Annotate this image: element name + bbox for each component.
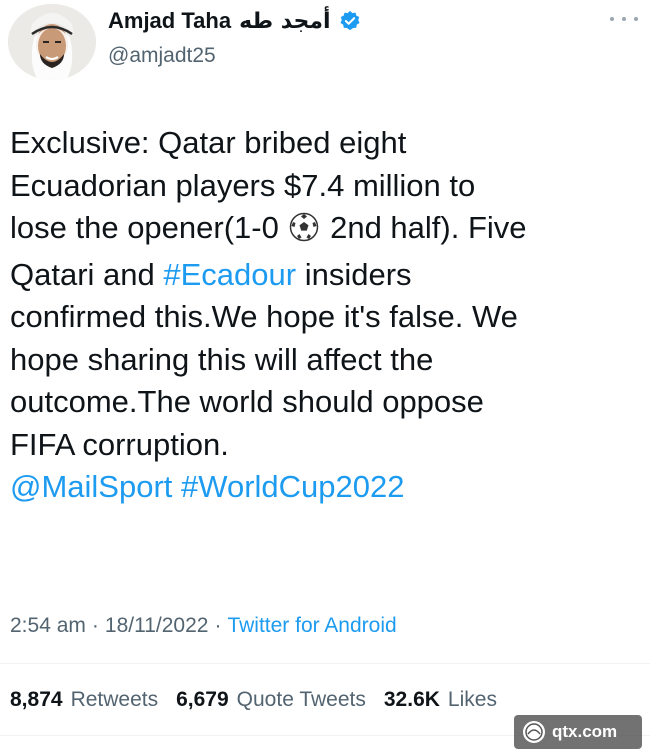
tweet-text-segment: lose the opener(1-0 — [10, 210, 288, 245]
tweet-meta: 2:54 am · 18/11/2022 · Twitter for Andro… — [10, 614, 397, 638]
name-row: Amjad Taha أمجد طه — [108, 8, 361, 34]
tweet-source-link[interactable]: Twitter for Android — [227, 614, 396, 638]
profile-photo-icon — [8, 4, 96, 80]
tweet-date[interactable]: 18/11/2022 — [105, 614, 209, 638]
quote-tweets-count[interactable]: 6,679 — [176, 688, 229, 712]
retweets-label[interactable]: Retweets — [71, 688, 159, 712]
verified-badge-icon — [339, 10, 361, 32]
display-name[interactable]: Amjad Taha — [108, 8, 231, 34]
mention-link[interactable]: @MailSport — [10, 469, 172, 504]
retweets-count[interactable]: 8,874 — [10, 688, 63, 712]
tweet-line: lose the opener(1-0 2nd half). Five — [10, 207, 640, 254]
tweet-stats: 8,874 Retweets 6,679 Quote Tweets 32.6K … — [10, 688, 497, 712]
tweet-header: Amjad Taha أمجد طه @amjadt25 — [0, 0, 650, 90]
hashtag-link[interactable]: #WorldCup2022 — [181, 469, 404, 504]
user-handle[interactable]: @amjadt25 — [108, 44, 216, 68]
tweet-line: confirmed this.We hope it's false. We — [10, 299, 518, 334]
divider — [0, 663, 650, 664]
likes-count[interactable]: 32.6K — [384, 688, 440, 712]
arabic-name[interactable]: أمجد طه — [239, 9, 330, 34]
avatar[interactable] — [8, 4, 96, 80]
likes-label[interactable]: Likes — [448, 688, 497, 712]
tweet-text-segment: insiders — [296, 256, 412, 292]
meta-separator: · — [214, 614, 222, 637]
quote-tweets-label[interactable]: Quote Tweets — [237, 688, 366, 712]
more-options-icon[interactable] — [610, 10, 638, 28]
tweet-line: hope sharing this will affect the — [10, 341, 434, 377]
tweet-line: Ecuadorian players $7.4 million to — [10, 167, 476, 203]
hashtag-link[interactable]: #Ecadour — [163, 257, 296, 292]
tweet-line: Qatari and #Ecadour insiders — [10, 254, 640, 297]
tweet-text-segment: Qatari and — [10, 256, 164, 292]
meta-separator: · — [91, 614, 99, 637]
watermark-logo-icon — [523, 721, 545, 743]
tweet-text: Exclusive: Qatar bribed eight Ecuadorian… — [10, 122, 640, 509]
tweet-line: outcome.The world should oppose — [10, 384, 484, 419]
tweet-line: Exclusive: Qatar bribed eight — [10, 125, 407, 160]
tweet-line: @MailSport #WorldCup2022 — [10, 466, 640, 509]
soccer-ball-icon — [289, 211, 319, 254]
tweet-time[interactable]: 2:54 am — [10, 614, 86, 638]
tweet-line: FIFA corruption. — [10, 426, 229, 462]
watermark: qtx.com — [514, 715, 642, 749]
watermark-text: qtx.com — [552, 722, 618, 741]
tweet-text-segment: 2nd half). Five — [321, 210, 527, 245]
